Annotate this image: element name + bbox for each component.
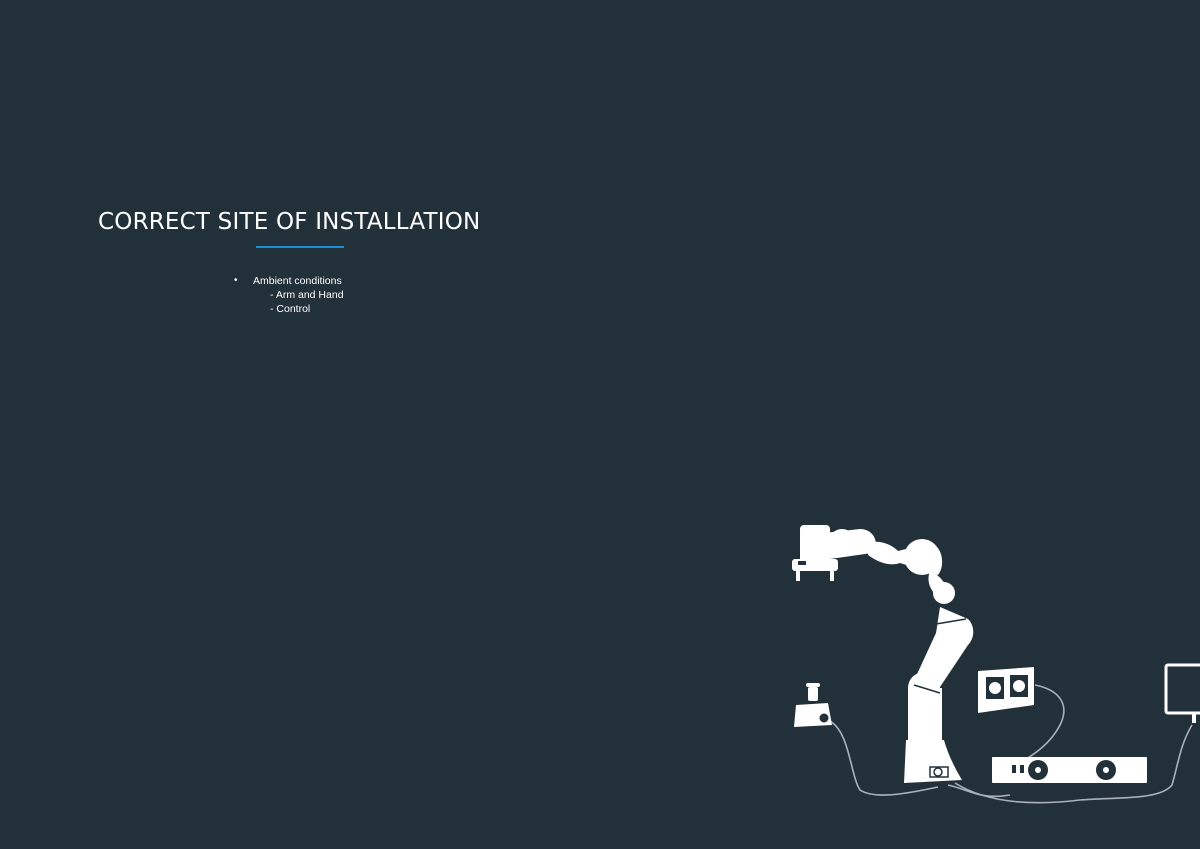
control-unit-icon [992, 757, 1147, 783]
robot-arm-installation-icon [792, 525, 1200, 804]
emergency-stop-icon [794, 683, 832, 727]
sub-item-arm-hand: - Arm and Hand [270, 289, 344, 301]
sub-item-control: - Control [270, 303, 311, 315]
title-underline [256, 246, 344, 248]
power-outlet-icon [978, 667, 1034, 713]
bullet-label: Ambient conditions [253, 275, 342, 287]
slide-title: CORRECT SITE OF INSTALLATION [98, 209, 481, 235]
bullet-dot-icon: • [234, 275, 238, 286]
monitor-icon [1164, 663, 1200, 723]
bullet-list: • Ambient conditions - Arm and Hand - Co… [234, 274, 344, 316]
bullet-item: • Ambient conditions [234, 274, 344, 288]
